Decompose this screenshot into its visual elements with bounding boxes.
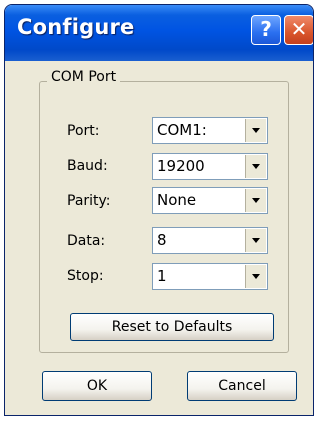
- close-icon: ✕: [290, 17, 308, 41]
- dialog-body: COM Port Port: COM1: Baud: 19200 Parity:…: [5, 61, 313, 415]
- chevron-down-icon[interactable]: [245, 265, 266, 288]
- close-button[interactable]: ✕: [284, 15, 313, 45]
- help-icon: ?: [260, 17, 272, 41]
- data-bits-value: 8: [157, 231, 167, 249]
- reset-to-defaults-button[interactable]: Reset to Defaults: [70, 313, 274, 341]
- chevron-down-icon[interactable]: [245, 229, 266, 252]
- dialog-title: Configure: [17, 15, 135, 39]
- data-bits-select[interactable]: 8: [152, 227, 268, 254]
- cancel-button[interactable]: Cancel: [187, 371, 297, 401]
- chevron-down-icon[interactable]: [245, 119, 266, 142]
- port-label: Port:: [67, 123, 100, 139]
- stop-label: Stop:: [67, 268, 104, 284]
- baud-select[interactable]: 19200: [152, 153, 268, 180]
- title-bar[interactable]: Configure ? ✕: [5, 5, 313, 61]
- parity-value: None: [157, 191, 197, 209]
- stop-bits-select[interactable]: 1: [152, 263, 268, 290]
- stop-bits-value: 1: [157, 267, 167, 285]
- com-port-group-label: COM Port: [47, 69, 121, 85]
- help-button[interactable]: ?: [251, 15, 281, 45]
- data-label: Data:: [67, 233, 106, 249]
- port-value: COM1:: [157, 121, 207, 139]
- configure-dialog: Configure ? ✕ COM Port Port: COM1: Baud:…: [4, 4, 314, 416]
- port-select[interactable]: COM1:: [152, 117, 268, 144]
- parity-select[interactable]: None: [152, 187, 268, 214]
- baud-value: 19200: [157, 157, 205, 175]
- parity-label: Parity:: [67, 193, 111, 209]
- chevron-down-icon[interactable]: [245, 155, 266, 178]
- baud-label: Baud:: [67, 158, 108, 174]
- chevron-down-icon[interactable]: [245, 189, 266, 212]
- ok-button[interactable]: OK: [42, 371, 152, 401]
